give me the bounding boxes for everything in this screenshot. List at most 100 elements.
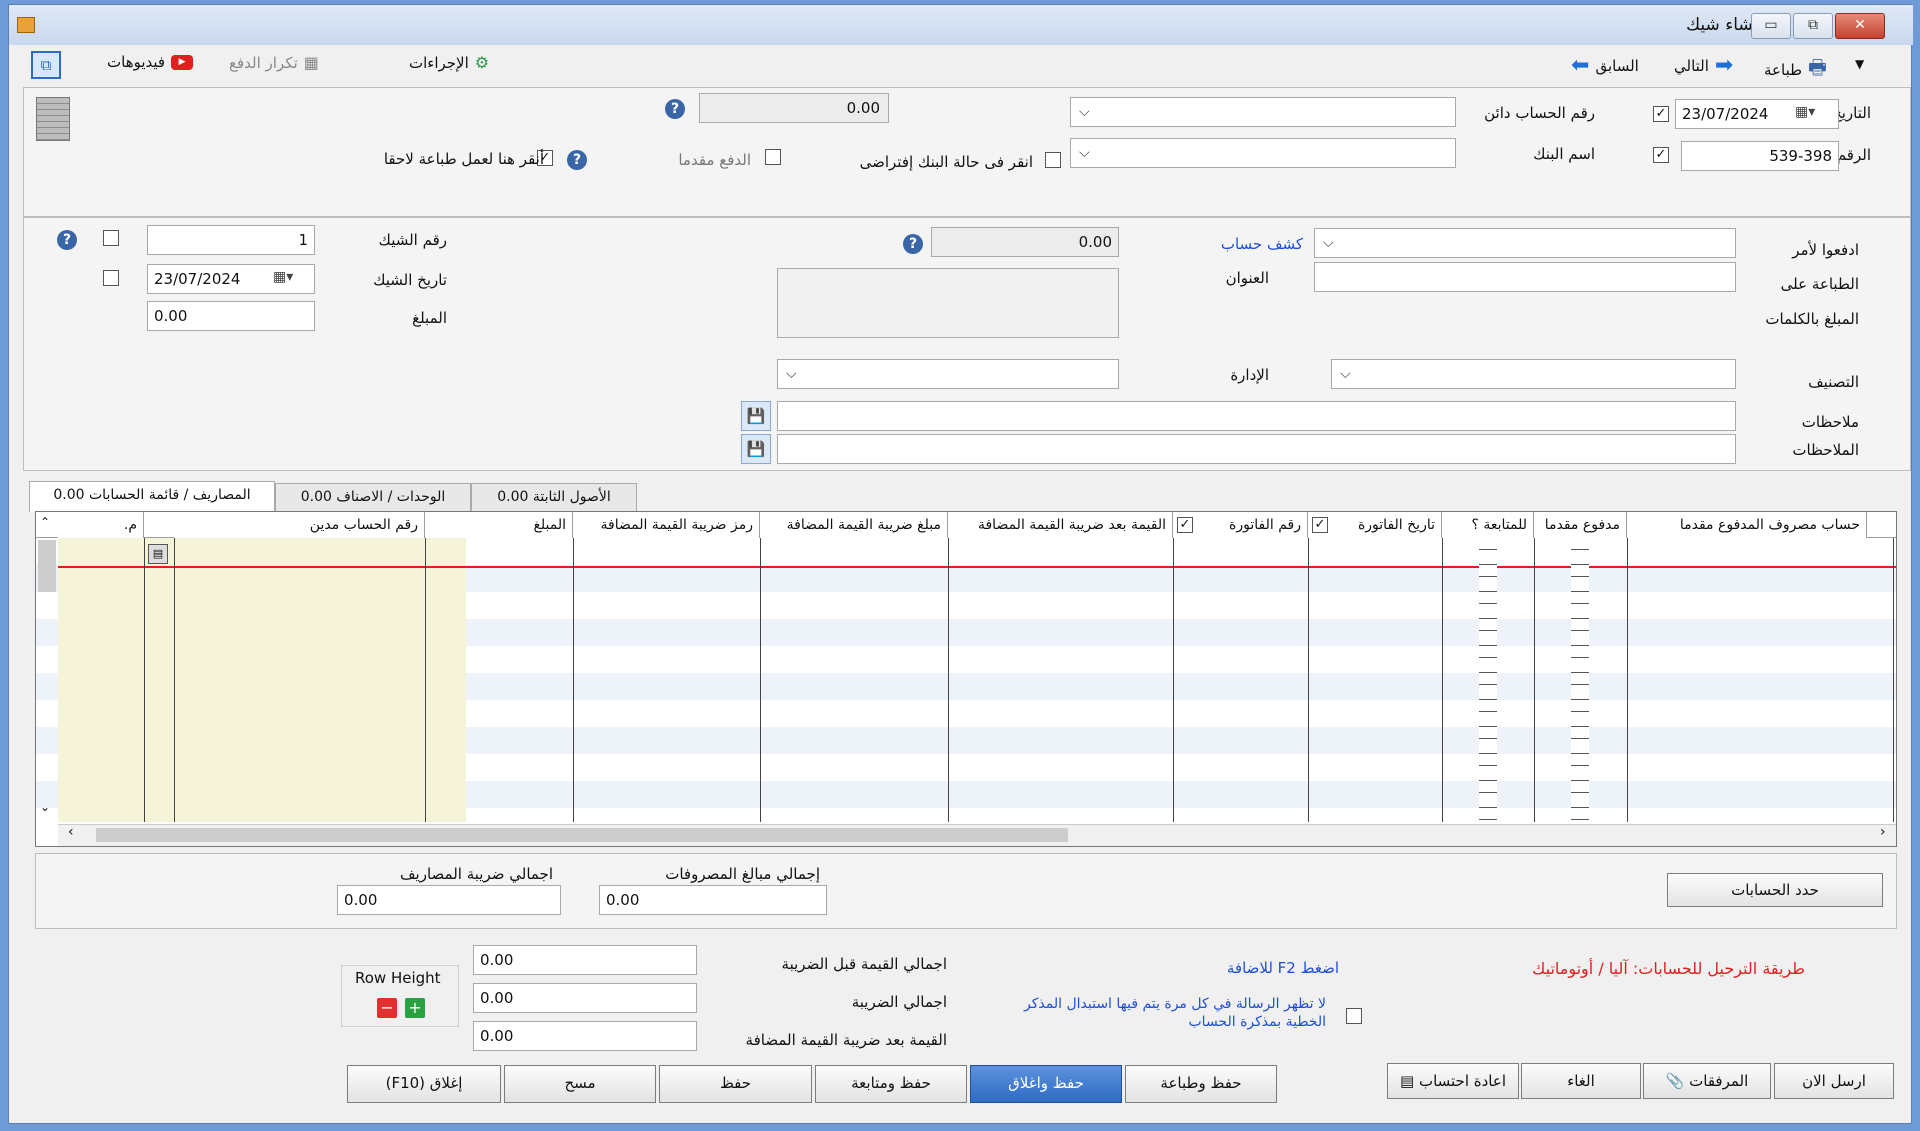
number-checkbox[interactable]: ✓ xyxy=(1653,147,1669,163)
total-expenses-label: إجمالي مبالغ المصروفات xyxy=(665,865,820,883)
bank-name-select[interactable] xyxy=(1070,138,1456,168)
next-button[interactable]: ➡ التالي xyxy=(1674,53,1733,78)
grid-line xyxy=(573,538,574,822)
repeat-payment-button[interactable]: ▦ تكرار الدفع xyxy=(229,53,319,72)
prepaid-label: الدفع مقدما xyxy=(678,151,751,169)
col-vat-code[interactable]: رمز ضريبة القيمة المضافة xyxy=(573,512,760,538)
print-on-field[interactable] xyxy=(1314,262,1736,292)
cheque-date-label: تاريخ الشيك xyxy=(373,271,447,289)
calculator-icon[interactable] xyxy=(36,97,70,141)
help-icon[interactable]: ? xyxy=(903,234,923,254)
col-invoice-date[interactable]: تاريخ الفاتورة xyxy=(1308,512,1442,538)
col-follow-up[interactable]: للمتابعة ؟ xyxy=(1442,512,1534,538)
default-bank-checkbox[interactable] xyxy=(1045,152,1061,168)
grid-scroll-up-icon[interactable]: ⌃ xyxy=(40,515,50,529)
col-debit-account[interactable]: رقم الحساب مدين xyxy=(174,512,425,538)
col-value-after-vat[interactable]: القيمة بعد ضريبة القيمة المضافة xyxy=(948,512,1173,538)
follow-up-checkbox-column[interactable] xyxy=(1479,546,1497,822)
arrow-left-icon: ⬅ xyxy=(1571,53,1590,78)
row-edit-icon[interactable]: ▤ xyxy=(148,544,168,564)
close-window-button[interactable]: ✕ xyxy=(1835,13,1885,39)
col-prepaid-expense-account[interactable]: حساب مصروف المدفوع مقدما xyxy=(1627,512,1867,538)
date-checkbox[interactable]: ✓ xyxy=(1653,106,1669,122)
dont-show-checkbox[interactable] xyxy=(1346,1008,1362,1024)
total-tax-field: 0.00 xyxy=(337,885,561,915)
col-vat-amount[interactable]: مبلغ ضريبة القيمة المضافة xyxy=(760,512,948,538)
chevron-down-icon: ⌵ xyxy=(1079,104,1090,120)
prev-button[interactable]: السابق ⬅ xyxy=(1571,53,1639,78)
before-tax-label: اجمالي القيمة قبل الضريبة xyxy=(781,955,947,973)
dropdown-arrow-icon[interactable]: ▼ xyxy=(1855,57,1864,71)
help-icon[interactable]: ? xyxy=(57,230,77,250)
tab-expenses[interactable]: المصاريف / قائمة الحسابات 0.00 xyxy=(29,481,275,512)
repeat-icon: ▦ xyxy=(303,53,319,72)
attachments-button[interactable]: المرفقات 📎 xyxy=(1643,1063,1771,1099)
help-icon[interactable]: ? xyxy=(665,99,685,119)
clear-button[interactable]: مسح xyxy=(504,1065,656,1103)
grid-line xyxy=(948,538,949,822)
grid-line xyxy=(1893,538,1894,822)
management-select[interactable] xyxy=(777,359,1119,389)
set-accounts-button[interactable]: حدد الحسابات xyxy=(1667,873,1883,907)
tab-units[interactable]: الوحدات / الاصناف 0.00 xyxy=(275,483,471,511)
col-invoice-number[interactable]: رقم الفاتورة xyxy=(1173,512,1308,538)
scroll-right-icon[interactable]: › xyxy=(1880,824,1886,840)
cheque-amount-field[interactable]: 0.00 xyxy=(147,301,315,331)
help-icon[interactable]: ? xyxy=(567,150,587,170)
restore-button[interactable]: ⧉ xyxy=(1793,13,1833,39)
cheque-no-checkbox[interactable] xyxy=(103,230,119,246)
save-button[interactable]: حفظ xyxy=(659,1065,812,1103)
invoice-number-column-checkbox[interactable]: ✓ xyxy=(1177,517,1193,533)
statement-link[interactable]: كشف حساب xyxy=(1221,235,1303,253)
f2-hint: اضغط F2 للاضافة xyxy=(1226,959,1339,977)
prepaid-checkbox[interactable] xyxy=(765,149,781,165)
print-button[interactable]: 🖶 طباعة xyxy=(1764,53,1827,87)
invoice-date-column-checkbox[interactable]: ✓ xyxy=(1312,517,1328,533)
youtube-icon: ▶ xyxy=(171,54,194,70)
cheque-no-field[interactable]: 1 xyxy=(147,225,315,255)
balance-field: 0.00 xyxy=(931,227,1119,257)
col-prepaid[interactable]: مدفوع مقدما xyxy=(1534,512,1627,538)
credit-account-select[interactable] xyxy=(1070,97,1456,127)
layout-toggle-icon[interactable]: ⧉ xyxy=(31,51,61,79)
actions-button[interactable]: ⚙ الإجراءات xyxy=(409,53,489,72)
col-row-number[interactable]: م. xyxy=(58,512,144,538)
grid-hscroll-thumb[interactable] xyxy=(96,828,1068,842)
management-label: الإدارة xyxy=(1230,366,1269,384)
col-amount[interactable]: المبلغ xyxy=(425,512,573,538)
chevron-down-icon: ⌵ xyxy=(786,366,797,382)
recalculate-button[interactable]: اعادة احتساب ▤ xyxy=(1387,1063,1519,1099)
plus-icon[interactable]: + xyxy=(405,998,425,1018)
save-print-button[interactable]: حفظ وطباعة xyxy=(1125,1065,1277,1103)
grid-vscroll-thumb[interactable] xyxy=(38,540,56,592)
minimize-button[interactable]: ▭ xyxy=(1751,13,1791,39)
grid-line xyxy=(1308,538,1309,822)
videos-button[interactable]: ▶ فيديوهات xyxy=(107,53,194,71)
calendar-icon[interactable]: ▦▾ xyxy=(1795,104,1815,120)
cancel-button[interactable]: الغاء xyxy=(1521,1063,1641,1099)
send-now-button[interactable]: ارسل الان xyxy=(1774,1063,1894,1099)
notes2-field[interactable] xyxy=(777,434,1736,464)
pay-to-label: ادفعوا لأمر xyxy=(1792,241,1859,259)
expenses-grid[interactable]: حساب مصروف المدفوع مقدما مدفوع مقدما للم… xyxy=(35,511,1897,847)
close-f10-button[interactable]: إغلاق (F10) xyxy=(347,1065,501,1103)
print-icon: 🖶 xyxy=(1808,55,1827,79)
prepaid-checkbox-column[interactable] xyxy=(1571,546,1589,822)
after-tax-field: 0.00 xyxy=(473,1021,697,1051)
minus-icon[interactable]: − xyxy=(377,998,397,1018)
notes-field[interactable] xyxy=(777,401,1736,431)
calendar-icon[interactable]: ▦▾ xyxy=(273,269,293,285)
classification-select[interactable] xyxy=(1331,359,1736,389)
save-notes-icon[interactable]: 💾 xyxy=(741,401,771,431)
grid-scroll-down-icon[interactable]: ⌄ xyxy=(40,800,50,814)
scroll-left-icon[interactable]: ‹ xyxy=(68,824,74,840)
default-bank-label: انقر فى حالة البنك إفتراضى xyxy=(859,153,1033,171)
pay-to-select[interactable] xyxy=(1314,228,1736,258)
save-notes2-icon[interactable]: 💾 xyxy=(741,434,771,464)
main-window: إنشاء شيك ▭ ⧉ ✕ ▼ 🖶 طباعة ➡ التالي الساب… xyxy=(8,4,1913,1124)
save-follow-button[interactable]: حفظ ومتابعة xyxy=(815,1065,967,1103)
save-close-button[interactable]: حفظ واغلاق xyxy=(970,1065,1122,1103)
number-field[interactable]: 539-398 xyxy=(1681,141,1839,171)
tab-fixed-assets[interactable]: الأصول الثابتة 0.00 xyxy=(471,483,637,511)
cheque-date-checkbox[interactable] xyxy=(103,270,119,286)
